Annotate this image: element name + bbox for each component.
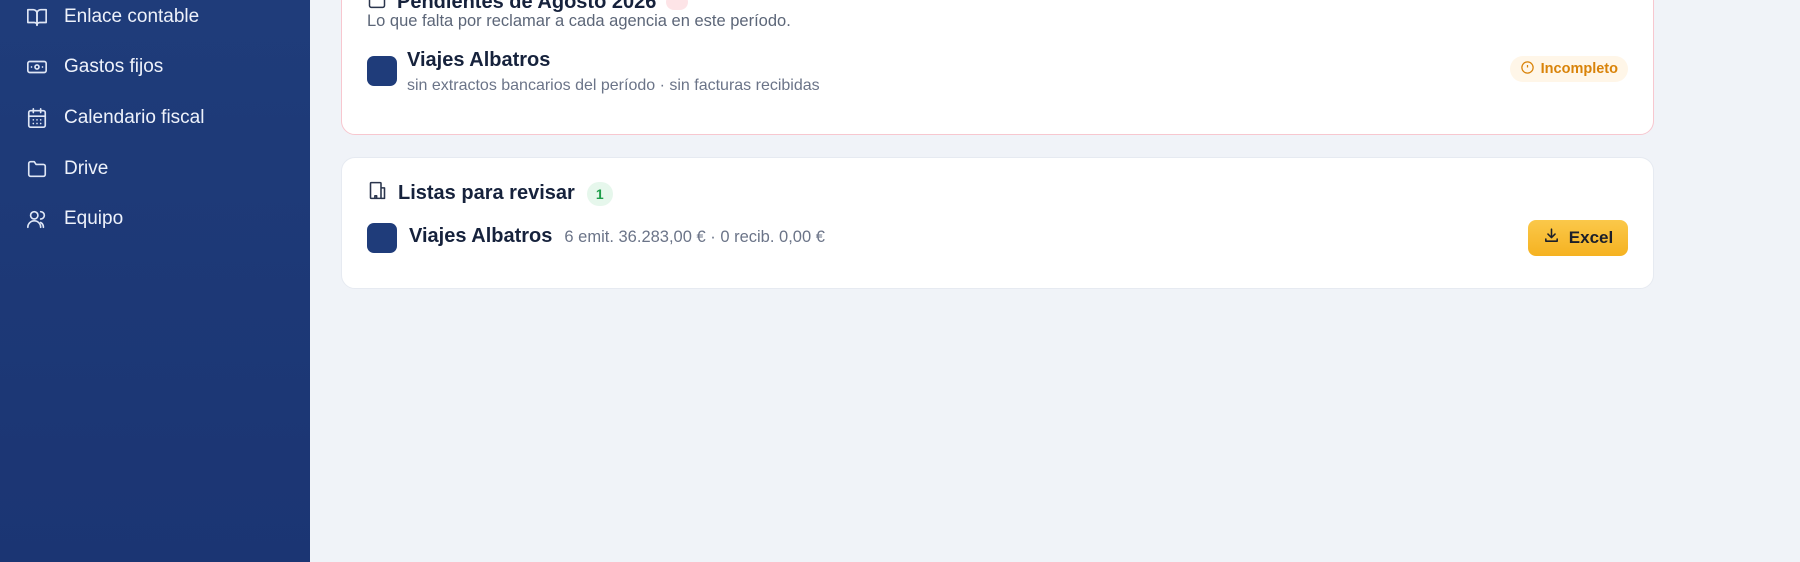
sidebar-item-label: Equipo (64, 208, 124, 229)
sidebar-item-label: Drive (64, 158, 109, 179)
sidebar-item-drive[interactable]: Drive (26, 154, 108, 184)
excel-button-label: Excel (1568, 228, 1614, 247)
sidebar: Enlace contable Gastos fijos Calendario … (0, 0, 310, 562)
sidebar-item-label: Gastos fijos (64, 56, 164, 77)
main-content: Pendientes de Agosto 2026 Lo que falta p… (310, 0, 1800, 562)
alert-circle-icon (1520, 60, 1535, 79)
pending-card: Pendientes de Agosto 2026 Lo que falta p… (341, 0, 1654, 135)
list-item: Viajes Albatros 6 emit. 36.283,00 € · 0 … (409, 225, 825, 248)
sidebar-item-label: Calendario fiscal (64, 107, 205, 128)
ready-card: Listas para revisar 1 Viajes Albatros 6 … (341, 157, 1654, 289)
pending-count-badge (666, 0, 689, 10)
agency-name[interactable]: Viajes Albatros (407, 49, 550, 72)
ready-count-badge: 1 (586, 181, 613, 206)
sidebar-item-label: Enlace contable (64, 6, 200, 27)
agency-logo (367, 223, 397, 253)
building-icon (367, 180, 388, 207)
calendar-icon (26, 107, 48, 129)
excel-download-button[interactable]: Excel (1528, 220, 1628, 256)
status-badge: Incompleto (1509, 56, 1628, 82)
ready-heading: Listas para revisar 1 (367, 180, 613, 207)
banknote-icon (26, 56, 48, 78)
folder-icon (26, 158, 48, 180)
agency-logo (367, 56, 397, 86)
users-icon (26, 208, 48, 230)
ready-title: Listas para revisar (398, 182, 575, 204)
agency-missing-detail: sin extractos bancarios del período · si… (407, 77, 820, 94)
book-open-icon (26, 6, 48, 28)
sidebar-item-enlace-contable[interactable]: Enlace contable (26, 2, 199, 32)
status-label: Incompleto (1540, 61, 1618, 77)
sidebar-item-calendario-fiscal[interactable]: Calendario fiscal (26, 103, 204, 133)
download-icon (1543, 227, 1560, 249)
sidebar-item-gastos-fijos[interactable]: Gastos fijos (26, 52, 163, 82)
sidebar-item-equipo[interactable]: Equipo (26, 204, 123, 234)
agency-name[interactable]: Viajes Albatros (409, 225, 552, 248)
agency-summary: 6 emit. 36.283,00 € · 0 recib. 0,00 € (564, 228, 825, 246)
pending-subtitle: Lo que falta por reclamar a cada agencia… (367, 12, 791, 30)
